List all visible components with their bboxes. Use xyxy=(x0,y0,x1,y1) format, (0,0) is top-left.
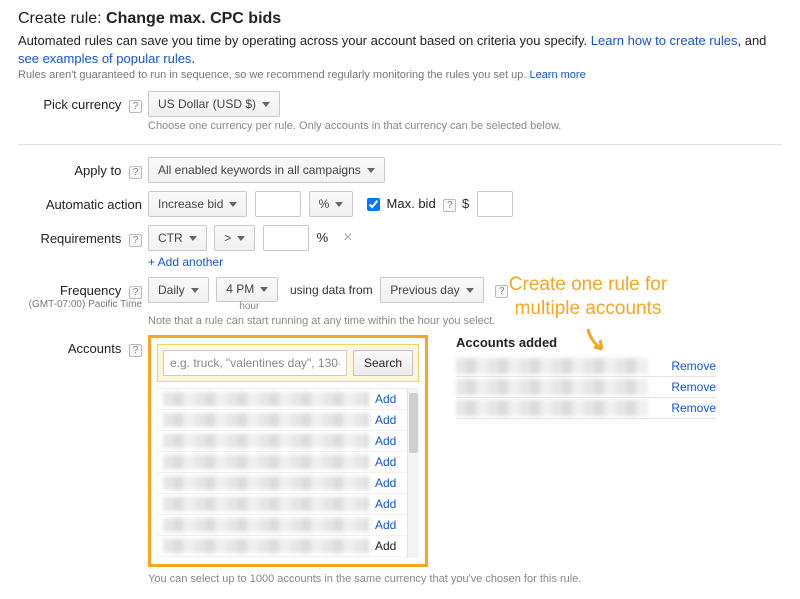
max-bid-label: Max. bid xyxy=(387,196,436,211)
annotation-arrow-icon xyxy=(568,327,608,359)
freq-using-label: using data from xyxy=(290,283,373,297)
chevron-down-icon xyxy=(466,288,474,293)
req-value-input[interactable] xyxy=(263,225,309,251)
help-icon[interactable]: ? xyxy=(129,166,142,179)
label-automatic-action: Automatic action xyxy=(46,197,142,212)
chevron-down-icon xyxy=(262,102,270,107)
link-learn-more[interactable]: Learn more xyxy=(529,69,585,81)
currency-symbol: $ xyxy=(462,196,469,211)
help-icon[interactable]: ? xyxy=(443,199,456,212)
chevron-down-icon xyxy=(189,236,197,241)
req-unit: % xyxy=(317,230,329,245)
redacted-account-name xyxy=(163,434,369,448)
max-bid-input[interactable] xyxy=(477,191,513,217)
account-result-row: Add xyxy=(157,473,419,494)
help-icon[interactable]: ? xyxy=(129,286,142,299)
account-results-list: AddAddAddAddAddAddAddAddAdd xyxy=(157,388,419,558)
freq-range-select[interactable]: Previous day xyxy=(380,277,483,303)
chevron-down-icon xyxy=(237,236,245,241)
chevron-down-icon xyxy=(260,287,268,292)
chevron-down-icon xyxy=(191,288,199,293)
intro-text: Automated rules can save you time by ope… xyxy=(18,32,782,67)
remove-account-link[interactable]: Remove xyxy=(658,401,716,415)
title-rule-name: Change max. CPC bids xyxy=(106,10,281,27)
apply-to-select[interactable]: All enabled keywords in all campaigns xyxy=(148,157,385,183)
intro-subnote: Rules aren't guaranteed to run in sequen… xyxy=(18,69,782,81)
max-bid-checkbox[interactable] xyxy=(367,198,380,211)
scrollbar[interactable] xyxy=(407,389,419,558)
timezone-label: (GMT-07:00) Pacific Time xyxy=(18,299,142,310)
label-frequency: Frequency xyxy=(60,283,121,298)
redacted-account-name xyxy=(163,497,369,511)
remove-account-link[interactable]: Remove xyxy=(658,359,716,373)
page-title: Create rule: Change max. CPC bids xyxy=(18,10,782,28)
help-icon[interactable]: ? xyxy=(129,234,142,247)
chevron-down-icon xyxy=(229,202,237,207)
account-result-row: Add xyxy=(157,410,419,431)
help-icon[interactable]: ? xyxy=(129,100,142,113)
remove-requirement-icon[interactable]: × xyxy=(340,231,356,247)
scroll-thumb[interactable] xyxy=(409,393,418,453)
action-unit-select[interactable]: % xyxy=(309,191,354,217)
freq-how-often-select[interactable]: Daily xyxy=(148,277,209,303)
account-search-input[interactable] xyxy=(163,350,347,376)
remove-account-link[interactable]: Remove xyxy=(658,380,716,394)
account-result-row: Add xyxy=(157,452,419,473)
divider xyxy=(18,144,782,145)
redacted-account-name xyxy=(456,379,648,395)
action-op-select[interactable]: Increase bid xyxy=(148,191,247,217)
account-result-row: Add xyxy=(157,536,419,557)
account-search-button[interactable]: Search xyxy=(353,350,413,376)
label-pick-currency: Pick currency xyxy=(43,97,121,112)
redacted-account-name xyxy=(163,476,369,490)
redacted-account-name xyxy=(163,413,369,427)
freq-hour-underlabel: hour xyxy=(216,302,282,313)
link-learn-create-rules[interactable]: Learn how to create rules xyxy=(591,33,738,48)
account-result-row: Add xyxy=(157,515,419,536)
chevron-down-icon xyxy=(367,168,375,173)
currency-hint: Choose one currency per rule. Only accou… xyxy=(148,120,782,132)
account-result-row: Add xyxy=(157,431,419,452)
req-metric-select[interactable]: CTR xyxy=(148,225,207,251)
help-icon[interactable]: ? xyxy=(129,344,142,357)
freq-hour-select[interactable]: 4 PM xyxy=(216,277,278,302)
title-prefix: Create rule: xyxy=(18,10,102,27)
redacted-account-name xyxy=(163,392,369,406)
added-account-row: Remove xyxy=(456,377,716,398)
add-requirement-link[interactable]: + Add another xyxy=(148,255,223,269)
label-accounts: Accounts xyxy=(68,341,121,356)
added-account-row: Remove xyxy=(456,356,716,377)
redacted-account-name xyxy=(163,455,369,469)
chevron-down-icon xyxy=(335,202,343,207)
account-result-row: Add xyxy=(157,494,419,515)
req-comparator-select[interactable]: > xyxy=(214,225,255,251)
redacted-account-name xyxy=(456,400,648,416)
redacted-account-name xyxy=(456,358,648,374)
account-picker: Search AddAddAddAddAddAddAddAddAdd xyxy=(148,335,428,567)
redacted-account-name xyxy=(163,539,369,553)
action-amount-input[interactable] xyxy=(255,191,301,217)
label-apply-to: Apply to xyxy=(74,163,121,178)
redacted-account-name xyxy=(163,518,369,532)
added-account-row: Remove xyxy=(456,398,716,419)
accounts-footer-hint: You can select up to 1000 accounts in th… xyxy=(148,573,782,585)
currency-select[interactable]: US Dollar (USD $) xyxy=(148,91,280,117)
link-examples-popular-rules[interactable]: see examples of popular rules xyxy=(18,51,191,66)
annotation: Create one rule for multiple accounts xyxy=(478,273,698,359)
account-result-row: Add xyxy=(157,557,419,558)
account-result-row: Add xyxy=(157,389,419,410)
label-requirements: Requirements xyxy=(40,231,121,246)
